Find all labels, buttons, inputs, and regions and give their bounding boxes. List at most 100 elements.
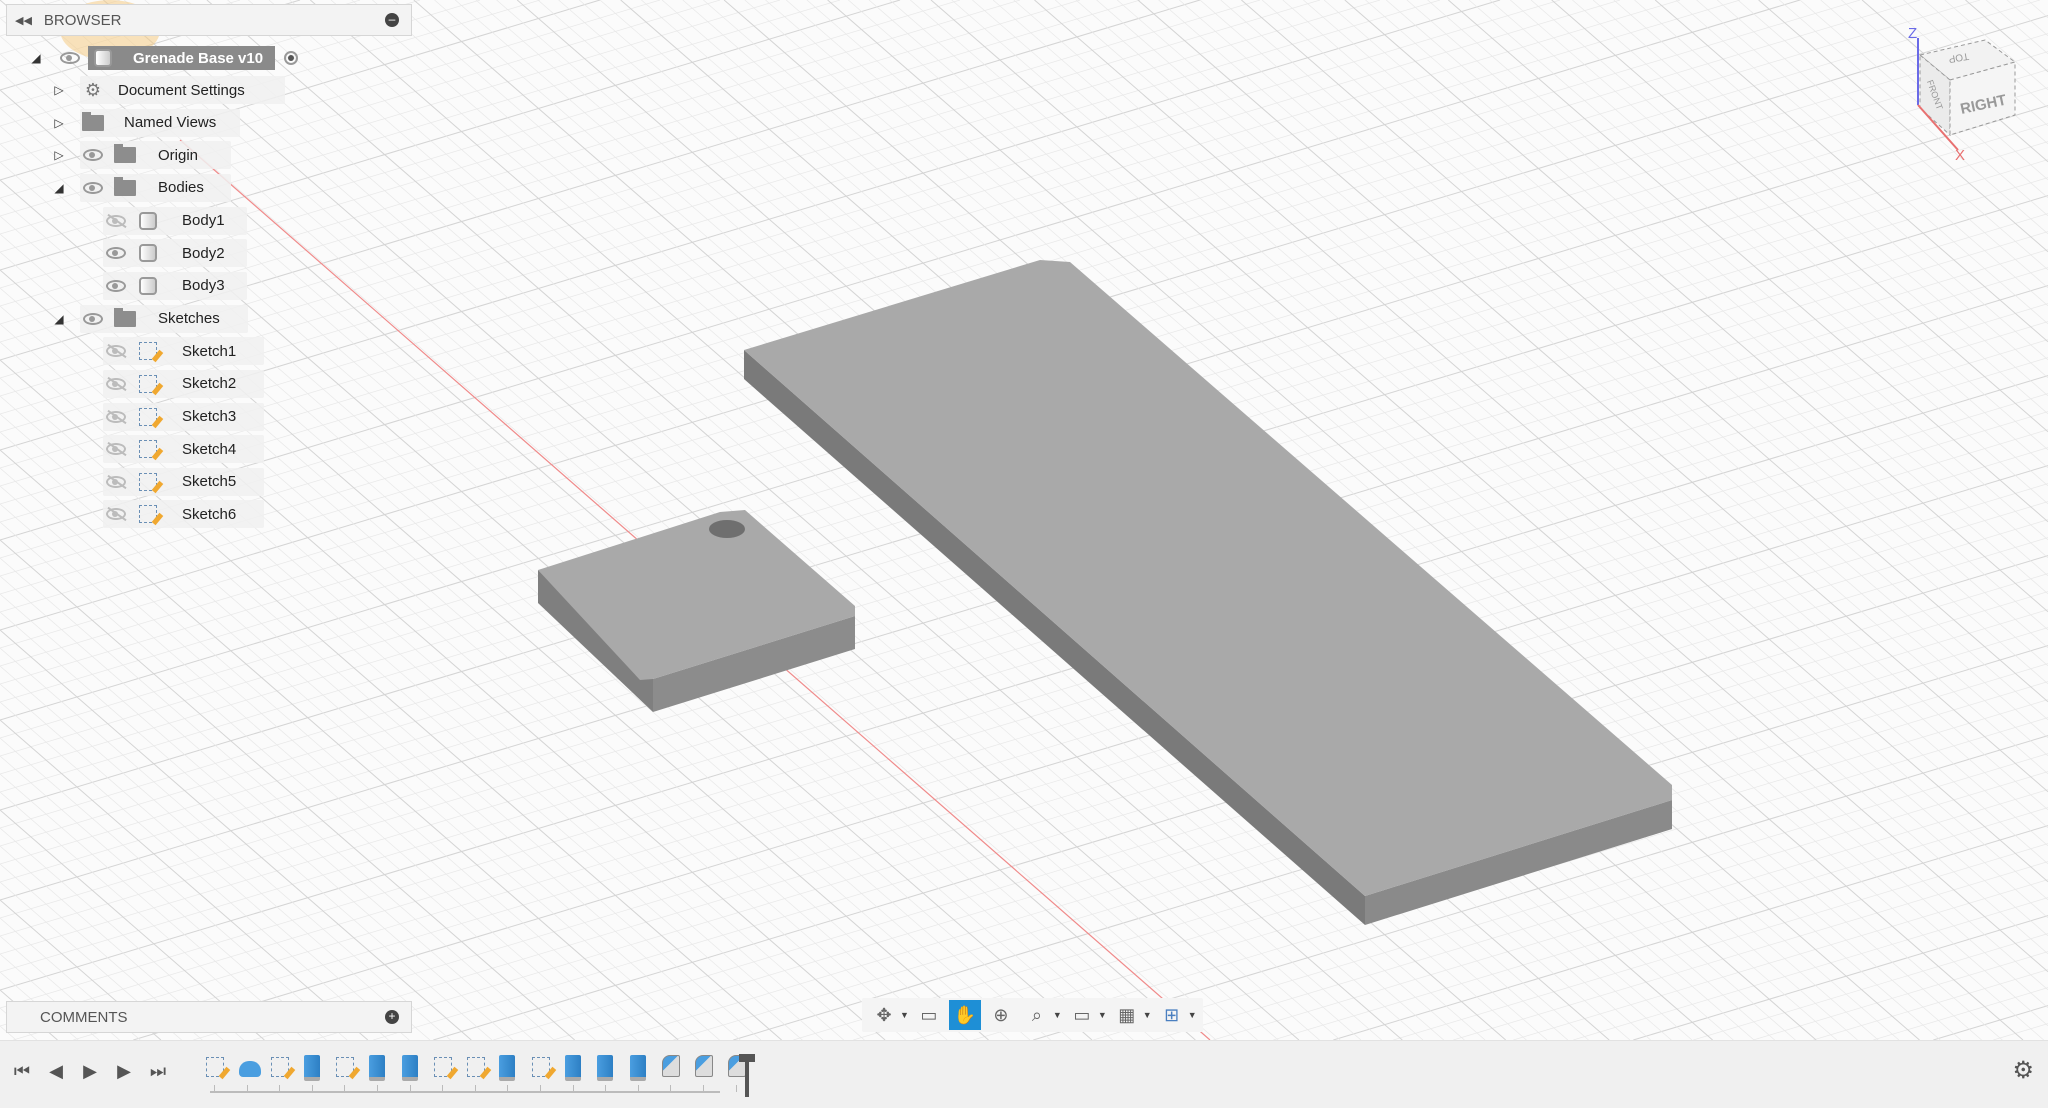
minimize-icon[interactable]: –: [385, 13, 399, 27]
hidden-eye-icon[interactable]: [105, 210, 127, 232]
grid-line: [0, 665, 431, 1040]
gear-icon: ⚙: [84, 79, 102, 100]
timeline-fillet-icon[interactable]: [662, 1055, 681, 1077]
timeline-settings-gear-icon[interactable]: ⚙: [2012, 1057, 2034, 1085]
visibility-eye-icon[interactable]: [82, 177, 104, 199]
collapsed-toggle-icon[interactable]: ▷: [51, 83, 67, 97]
timeline-tick: [735, 1085, 737, 1092]
item-label: Body2: [182, 244, 225, 262]
grid-line: [0, 467, 658, 1040]
fit-icon[interactable]: ⌕: [1021, 1000, 1053, 1030]
timeline-sketch-icon[interactable]: [336, 1057, 355, 1077]
timeline-extrude-icon[interactable]: [401, 1055, 418, 1081]
body-icon: [137, 275, 159, 297]
navigation-toolbar: ✥ ▼ ▭ ✋ ⊕ ⌕ ▼ ▭ ▼ ▦ ▼ ⊞ ▼: [862, 998, 1203, 1032]
3d-viewport[interactable]: RIGHT TOP FRONT Z X: [0, 0, 2048, 1040]
go-to-start-icon[interactable]: ⏮: [10, 1059, 34, 1083]
grid-line: [0, 683, 410, 1040]
play-icon[interactable]: ▶: [78, 1059, 102, 1083]
hidden-eye-icon[interactable]: [105, 340, 127, 362]
timeline-sketch-icon[interactable]: [466, 1057, 485, 1077]
comments-title: COMMENTS: [40, 1008, 128, 1026]
timeline-sketch-icon[interactable]: [434, 1057, 453, 1077]
timeline-extrude-icon[interactable]: [564, 1055, 581, 1081]
collapsed-toggle-icon[interactable]: ▷: [51, 116, 67, 130]
hidden-eye-icon[interactable]: [105, 471, 127, 493]
fit-dropdown-icon[interactable]: ▼: [1053, 1010, 1062, 1020]
item-label: Sketch5: [182, 473, 237, 491]
collapsed-toggle-icon[interactable]: ▷: [51, 148, 67, 162]
timeline: ⏮ ◀ ▶ ▶ ⏭ ⚙: [0, 1040, 2048, 1108]
go-to-end-icon[interactable]: ⏭: [146, 1059, 170, 1083]
grid-line: [1573, 897, 2048, 1040]
expand-toggle-icon[interactable]: ◢: [28, 51, 44, 65]
item-label: Sketch1: [182, 342, 237, 360]
item-label: Body1: [182, 212, 225, 230]
comments-header[interactable]: COMMENTS +: [6, 1001, 412, 1033]
visibility-eye-icon[interactable]: [82, 144, 104, 166]
grid-line: [0, 629, 472, 1040]
axis-x-label: X: [1955, 147, 1965, 164]
timeline-track: [210, 1091, 720, 1093]
sketch-icon: [137, 373, 159, 395]
add-comment-icon[interactable]: +: [385, 1010, 399, 1024]
step-back-icon[interactable]: ◀: [44, 1059, 68, 1083]
display-dropdown-icon[interactable]: ▼: [1098, 1010, 1107, 1020]
browser-header[interactable]: ◀◀ BROWSER –: [6, 4, 412, 36]
timeline-sketch-icon[interactable]: [206, 1057, 224, 1077]
hole: [709, 520, 745, 538]
step-forward-icon[interactable]: ▶: [112, 1059, 136, 1083]
grid-line: [0, 719, 369, 1040]
item-label: Sketch6: [182, 505, 237, 523]
hidden-eye-icon[interactable]: [105, 503, 127, 525]
timeline-extrude-icon[interactable]: [597, 1055, 614, 1081]
expanded-toggle-icon[interactable]: ◢: [51, 181, 67, 195]
visibility-eye-icon[interactable]: [82, 308, 104, 330]
item-label: Named Views: [124, 114, 217, 132]
viewports-icon[interactable]: ⊞: [1156, 1000, 1188, 1030]
grid-line: [1716, 0, 2048, 289]
timeline-sketch-icon[interactable]: [271, 1057, 290, 1077]
timeline-extrude-icon[interactable]: [303, 1055, 320, 1081]
body-icon: [137, 210, 159, 232]
item-label: Body3: [182, 277, 225, 295]
display-settings-icon[interactable]: ▭: [1066, 1000, 1098, 1030]
zoom-icon[interactable]: ⊕: [985, 1000, 1017, 1030]
orbit-icon[interactable]: ✥: [868, 1000, 900, 1030]
visibility-eye-icon[interactable]: [59, 47, 81, 69]
orbit-dropdown-icon[interactable]: ▼: [900, 1010, 909, 1020]
hidden-eye-icon[interactable]: [105, 406, 127, 428]
timeline-revolve-icon[interactable]: [238, 1061, 261, 1077]
collapse-panel-icon[interactable]: ◀◀: [15, 14, 32, 27]
timeline-extrude-icon[interactable]: [499, 1055, 516, 1081]
hidden-eye-icon[interactable]: [105, 373, 127, 395]
pan-icon[interactable]: ✋: [948, 1000, 981, 1030]
component-icon: [92, 47, 114, 69]
timeline-sketch-icon[interactable]: [532, 1057, 550, 1077]
grid-line: [0, 521, 596, 1040]
grid-line: [0, 737, 348, 1040]
item-label: Sketch4: [182, 440, 237, 458]
timeline-extrude-icon[interactable]: [629, 1055, 646, 1081]
grid-line: [1633, 915, 2048, 1040]
timeline-extrude-icon[interactable]: [369, 1055, 385, 1081]
timeline-marker-head[interactable]: [739, 1054, 755, 1062]
timeline-fillet-icon[interactable]: [695, 1055, 713, 1077]
sketch-icon: [137, 406, 159, 428]
grid-dropdown-icon[interactable]: ▼: [1143, 1010, 1152, 1020]
grid-line: [1696, 0, 2048, 307]
grid-settings-icon[interactable]: ▦: [1111, 1000, 1143, 1030]
hidden-eye-icon[interactable]: [105, 438, 127, 460]
visibility-eye-icon[interactable]: [105, 275, 127, 297]
grid-line: [1693, 933, 2048, 1040]
visibility-eye-icon[interactable]: [105, 242, 127, 264]
grid-line: [1453, 861, 2048, 1040]
folder-icon: [114, 144, 136, 166]
viewports-dropdown-icon[interactable]: ▼: [1188, 1010, 1197, 1020]
sketch-icon: [137, 503, 159, 525]
grid-line: [0, 503, 617, 1040]
expanded-toggle-icon[interactable]: ◢: [51, 312, 67, 326]
look-at-icon[interactable]: ▭: [913, 1000, 945, 1030]
folder-icon: [114, 176, 136, 199]
activate-radio-icon[interactable]: [280, 47, 302, 69]
